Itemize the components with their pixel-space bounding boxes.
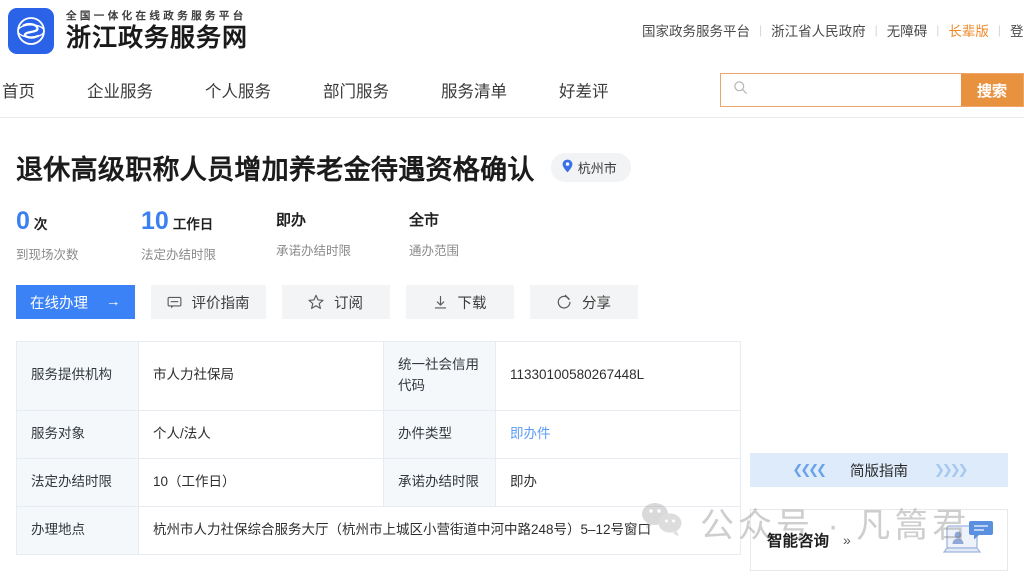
laptop-chat-icon (942, 518, 995, 567)
stat-onsite-visits: 0 次 到现场次数 (16, 209, 141, 263)
share-refresh-icon (556, 294, 572, 310)
table-cell-label: 办件类型 (383, 409, 496, 459)
stats-row: 0 次 到现场次数 10 工作日 法定办结时限 即办 承诺办结时限 全市 通办范… (16, 209, 1008, 263)
table-cell-value: 11330100580267448L (495, 341, 741, 411)
table-cell-label: 服务对象 (16, 409, 139, 459)
smart-consult-card[interactable]: 智能咨询 » (750, 509, 1008, 571)
stat-unit: 工作日 (172, 217, 214, 232)
stat-label: 法定办结时限 (141, 248, 217, 262)
link-divider: | (759, 23, 763, 37)
search-input[interactable] (755, 82, 951, 98)
online-apply-button[interactable]: 在线办理 → (16, 285, 135, 319)
arrow-right-icon: → (106, 294, 121, 310)
subscribe-label: 订阅 (334, 295, 363, 312)
sidebar: ❮❮❮❮ 简版指南 ❯❯❯❯ 智能咨询 » (750, 453, 1008, 584)
stat-label: 承诺办结时限 (276, 244, 352, 258)
download-label: 下载 (457, 295, 487, 312)
link-divider: | (874, 23, 878, 37)
table-cell-value: 市人力社保局 (138, 341, 384, 411)
chevron-right-icon: ❯❯❯❯ (934, 462, 969, 477)
nav-item-service-list[interactable]: 服务清单 (441, 78, 507, 102)
share-button[interactable]: 分享 (529, 285, 638, 319)
table-cell-label: 办理地点 (16, 505, 139, 555)
detail-content: 退休高级职称人员增加养老金待遇资格确认 杭州市 0 次 到现场次数 10 工作日… (0, 148, 1024, 571)
header-link-login[interactable]: 登 (1010, 20, 1024, 40)
table-row: 办理地点 杭州市人力社保综合服务大厅（杭州市上城区小营街道中河中路248号）5–… (16, 505, 741, 555)
brand-subtitle: 全国一体化在线政务服务平台 (66, 9, 247, 22)
link-divider: | (997, 23, 1001, 37)
nav-item-reviews[interactable]: 好差评 (559, 78, 609, 102)
table-cell-label: 统一社会信用代码 (383, 341, 496, 411)
table-cell-label: 法定办结时限 (16, 457, 139, 507)
search-bar: 搜索 (719, 73, 1024, 107)
region-badge[interactable]: 杭州市 (550, 153, 631, 182)
nav-item-personal-services[interactable]: 个人服务 (205, 78, 271, 102)
search-button[interactable]: 搜索 (960, 74, 1023, 106)
stat-value: 10 (141, 207, 169, 235)
page-root: 全国一体化在线政务服务平台 浙江政务服务网 国家政务服务平台 | 浙江省人民政府… (0, 0, 1024, 584)
search-icon (733, 80, 748, 100)
table-cell-label: 服务提供机构 (16, 341, 139, 411)
nav-item-department-services[interactable]: 部门服务 (323, 78, 389, 102)
subscribe-button[interactable]: 订阅 (281, 285, 390, 319)
table-cell-label: 承诺办结时限 (383, 457, 496, 507)
detail-title-row: 退休高级职称人员增加养老金待遇资格确认 杭州市 (16, 148, 1008, 187)
stat-unit: 即办 (276, 212, 307, 229)
site-brand[interactable]: 全国一体化在线政务服务平台 浙江政务服务网 (8, 8, 248, 54)
stat-unit: 次 (33, 217, 48, 232)
table-cell-value: 杭州市人力社保综合服务大厅（杭州市上城区小营街道中河中路248号）5–12号窗口 (138, 505, 741, 555)
site-header: 全国一体化在线政务服务平台 浙江政务服务网 国家政务服务平台 | 浙江省人民政府… (0, 0, 1024, 62)
table-cell-value: 即办 (495, 457, 741, 507)
chevron-double-right-icon: » (843, 532, 851, 548)
table-row: 服务提供机构 市人力社保局 统一社会信用代码 11330100580267448… (16, 341, 741, 411)
nav-item-list: 首页 企业服务 个人服务 部门服务 服务清单 好差评 (0, 78, 661, 102)
table-row: 法定办结时限 10（工作日） 承诺办结时限 即办 (16, 457, 741, 507)
table-cell-value: 10（工作日） (138, 457, 384, 507)
brand-title: 浙江政务服务网 (66, 23, 249, 53)
header-link-accessibility[interactable]: 无障碍 (887, 20, 928, 40)
page-title: 退休高级职称人员增加养老金待遇资格确认 (16, 155, 535, 185)
stat-label: 通办范围 (409, 244, 460, 258)
region-label: 杭州市 (577, 161, 617, 176)
nav-item-enterprise-services[interactable]: 企业服务 (87, 78, 153, 102)
service-info-table: 服务提供机构 市人力社保局 统一社会信用代码 11330100580267448… (16, 341, 741, 555)
table-cell-value: 个人/法人 (138, 409, 384, 459)
share-label: 分享 (582, 295, 611, 312)
simple-guide-banner[interactable]: ❮❮❮❮ 简版指南 ❯❯❯❯ (750, 453, 1008, 487)
evaluation-guide-button[interactable]: 评价指南 (150, 285, 266, 319)
case-type-link[interactable]: 即办件 (510, 426, 551, 441)
stat-value: 0 (16, 207, 30, 235)
chevron-left-icon: ❮❮❮❮ (792, 462, 827, 477)
stat-coverage-scope: 全市 通办范围 (409, 209, 549, 263)
map-pin-icon (562, 159, 573, 176)
globe-swirl-logo-icon (8, 8, 54, 54)
main-navigation: 首页 企业服务 个人服务 部门服务 服务清单 好差评 搜索 (0, 62, 1024, 118)
evaluation-guide-label: 评价指南 (191, 295, 250, 312)
stat-promised-limit: 即办 承诺办结时限 (276, 209, 409, 263)
header-link-elder-version[interactable]: 长辈版 (948, 20, 989, 40)
stat-statutory-limit: 10 工作日 法定办结时限 (141, 209, 276, 263)
star-icon (308, 294, 324, 310)
simple-guide-label: 简版指南 (850, 463, 908, 480)
header-link-zj-government[interactable]: 浙江省人民政府 (771, 20, 866, 40)
online-apply-label: 在线办理 (30, 295, 88, 312)
smart-consult-title: 智能咨询 (767, 533, 830, 550)
stat-label: 到现场次数 (16, 248, 79, 262)
link-divider: | (936, 23, 940, 37)
stat-unit: 全市 (409, 212, 440, 229)
table-row: 服务对象 个人/法人 办件类型 即办件 (16, 409, 741, 459)
header-link-national-platform[interactable]: 国家政务服务平台 (642, 20, 750, 40)
action-buttons-row: 在线办理 → 评价指南 订阅 下载 分享 (16, 285, 1008, 319)
download-button[interactable]: 下载 (405, 285, 514, 319)
download-icon (433, 295, 448, 310)
comment-icon (167, 295, 182, 310)
search-field[interactable] (721, 74, 961, 106)
header-links: 国家政务服务平台 | 浙江省人民政府 | 无障碍 | 长辈版 | 登 (642, 20, 1024, 40)
nav-item-home[interactable]: 首页 (2, 78, 35, 102)
